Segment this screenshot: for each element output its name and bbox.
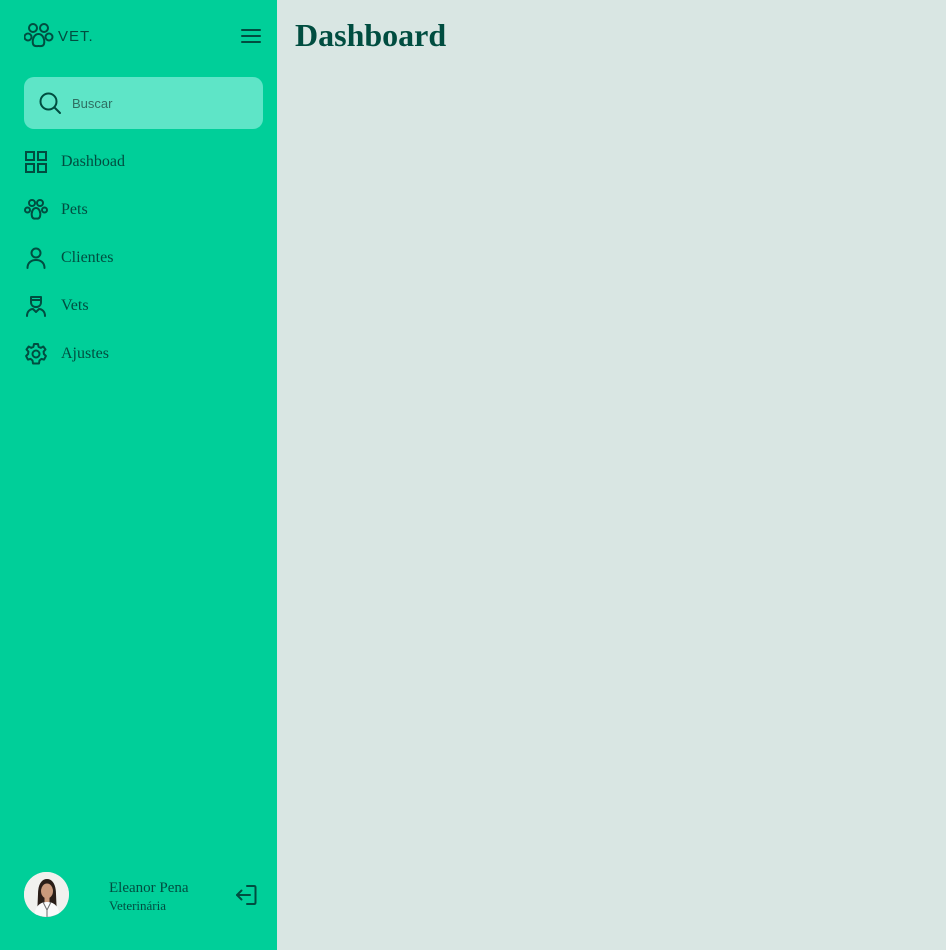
search-input[interactable] [72,95,242,111]
gear-icon [24,342,48,366]
sidebar: VET. Buscar Dashboad Pets Clientes Vets … [0,0,277,950]
sidebar-item-label: Vets [61,297,89,314]
user-profile: Eleanor Pena Veterinária [24,872,263,918]
sidebar-item-pets[interactable]: Pets [24,186,263,234]
doctor-icon [24,294,48,318]
avatar[interactable] [24,872,69,917]
user-icon [24,246,48,270]
paw-logo-icon [24,22,54,48]
menu-toggle-button[interactable] [239,24,263,48]
hamburger-menu-icon [239,29,263,52]
sidebar-item-ajustes[interactable]: Ajustes [24,330,263,378]
search-icon [38,91,62,115]
sidebar-item-label: Clientes [61,249,114,266]
paw-icon [24,198,48,222]
sidebar-nav: Dashboad Pets Clientes Vets Ajustes [24,138,263,378]
brand-name: VET. [58,27,94,45]
sidebar-item-dashboard[interactable]: Dashboad [24,138,263,186]
logout-button[interactable] [234,883,258,907]
page-title: Dashboard [295,17,447,53]
sidebar-item-vets[interactable]: Vets [24,282,263,330]
user-name: Eleanor Pena [109,880,189,896]
sidebar-item-clientes[interactable]: Clientes [24,234,263,282]
sidebar-item-label: Pets [61,201,88,218]
search-box[interactable] [24,77,263,129]
brand-logo[interactable]: VET. [24,22,94,48]
grid-icon [24,150,48,174]
logout-icon [234,885,258,911]
user-role: Veterinária [109,898,167,913]
sidebar-item-label: Dashboad [61,153,125,170]
sidebar-item-label: Ajustes [61,345,109,362]
